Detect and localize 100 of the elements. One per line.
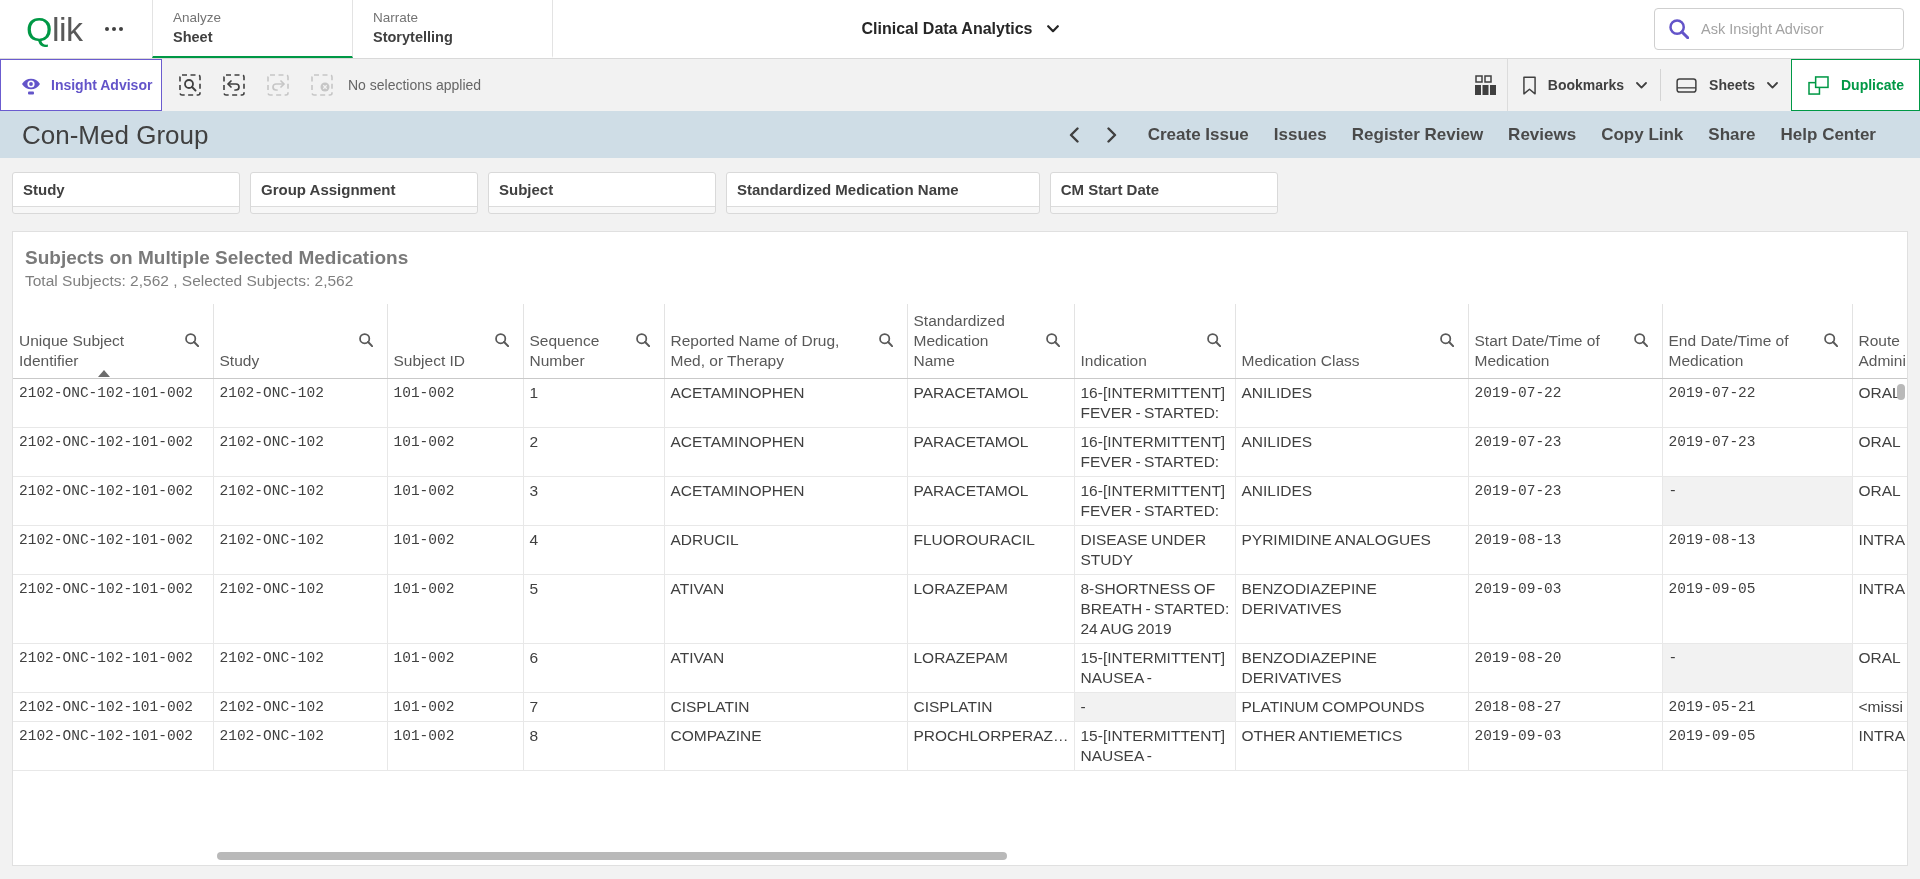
duplicate-icon <box>1808 75 1829 95</box>
table-cell: 16-[INTERMITTENT] FEVER - STARTED: <box>1074 378 1235 428</box>
app-title-dropdown[interactable]: Clinical Data Analytics <box>861 13 1059 45</box>
column-header[interactable]: Subject ID <box>387 304 523 379</box>
table-cell: 6 <box>523 643 664 693</box>
table-cell: CISPLATIN <box>664 692 907 722</box>
column-header[interactable]: End Date/Time of Medication <box>1662 304 1852 379</box>
column-header[interactable]: Sequence Number <box>523 304 664 379</box>
table-cell: ATIVAN <box>664 574 907 644</box>
table-cell: - <box>1074 692 1235 722</box>
table-cell: 2019-08-13 <box>1468 525 1662 575</box>
filter-pane[interactable]: Study <box>12 172 240 214</box>
header-link[interactable]: Help Center <box>1780 121 1876 148</box>
table-cell: 7 <box>523 692 664 722</box>
filter-pane[interactable]: Subject <box>488 172 716 214</box>
header-link[interactable]: Reviews <box>1508 121 1577 148</box>
table-cell: 2019-07-22 <box>1662 378 1852 428</box>
search-icon[interactable] <box>358 333 373 347</box>
sort-ascending-icon <box>97 370 110 377</box>
table-cell: 2018-08-27 <box>1468 692 1662 722</box>
filter-pane[interactable]: Group Assignment <box>250 172 478 214</box>
table-cell: 2 <box>523 427 664 477</box>
chart-subtitle: Total Subjects: 2,562 , Selected Subjects: 2,562 <box>25 271 355 290</box>
search-icon[interactable] <box>1439 333 1454 347</box>
column-header[interactable]: Indication <box>1074 304 1235 379</box>
header-link[interactable]: Share <box>1708 121 1756 148</box>
table-cell: 16-[INTERMITTENT] FEVER - STARTED: <box>1074 476 1235 526</box>
grid-icon <box>1474 75 1496 95</box>
table-cell: 2102-ONC-102-101-002 <box>13 476 213 526</box>
search-icon[interactable] <box>1633 333 1648 347</box>
header-link[interactable]: Create Issue <box>1147 121 1249 148</box>
table-cell: 101-002 <box>387 574 523 644</box>
search-icon[interactable] <box>1045 333 1060 347</box>
bookmarks-button[interactable]: Bookmarks <box>1507 59 1661 111</box>
table-cell: 2019-07-23 <box>1468 476 1662 526</box>
table-cell: ANILIDES <box>1235 378 1468 428</box>
column-header[interactable]: Medication Class <box>1235 304 1468 379</box>
column-header[interactable]: Standardized Medication Name <box>907 304 1074 379</box>
table-cell: 2102-ONC-102-101-002 <box>13 721 213 771</box>
table-cell: 2102-ONC-102 <box>213 525 387 575</box>
table-cell: PROCHLORPERAZ… <box>907 721 1074 771</box>
search-icon[interactable] <box>1823 333 1838 347</box>
nav-tab[interactable]: Analyze Sheet <box>152 0 353 58</box>
table-cell: ORAL <box>1852 427 1907 477</box>
filter-pane[interactable]: CM Start Date <box>1049 172 1278 214</box>
search-icon[interactable] <box>878 333 893 347</box>
table-cell: <missi <box>1852 692 1907 722</box>
table-cell: INTRA <box>1852 525 1907 575</box>
search-icon[interactable] <box>494 333 509 347</box>
table-cell: 2019-09-03 <box>1468 721 1662 771</box>
sheet-title: Con-Med Group <box>22 121 209 148</box>
table-cell: DISEASE UNDER STUDY <box>1074 525 1235 575</box>
duplicate-button[interactable]: Duplicate <box>1791 59 1920 111</box>
bookmark-icon <box>1522 75 1536 95</box>
header-link[interactable]: Issues <box>1273 121 1327 148</box>
filter-pane[interactable]: Standardized Medication Name <box>726 172 1040 214</box>
column-header[interactable]: Unique Subject Identifier <box>13 304 213 379</box>
table-cell: 15-[INTERMITTENT] NAUSEA - <box>1074 643 1235 693</box>
table-cell: 101-002 <box>387 721 523 771</box>
table-cell: 2102-ONC-102 <box>213 574 387 644</box>
table-cell: 15-[INTERMITTENT] NAUSEA - <box>1074 721 1235 771</box>
table-cell: 101-002 <box>387 427 523 477</box>
more-icon <box>104 27 123 31</box>
table-cell: ORAL <box>1852 643 1907 693</box>
search-icon[interactable] <box>1206 333 1221 347</box>
table-cell: 2019-07-23 <box>1662 427 1852 477</box>
table-cell: 2019-07-22 <box>1468 378 1662 428</box>
table-cell: ANILIDES <box>1235 427 1468 477</box>
table-cell: 2019-07-23 <box>1468 427 1662 477</box>
table-cell: 2102-ONC-102-101-002 <box>13 574 213 644</box>
header-link[interactable]: Register Review <box>1351 121 1484 148</box>
column-header[interactable]: Start Date/Time of Medication <box>1468 304 1662 379</box>
sheets-button[interactable]: Sheets <box>1661 59 1791 111</box>
table-cell: 2102-ONC-102 <box>213 476 387 526</box>
table-cell: ORAL <box>1852 476 1907 526</box>
table-cell: 2102-ONC-102 <box>213 692 387 722</box>
vertical-scrollbar[interactable] <box>1897 384 1905 400</box>
column-header[interactable]: Route Admini <box>1852 304 1907 379</box>
table-cell: COMPAZINE <box>664 721 907 771</box>
insight-advisor-button[interactable]: Insight Advisor <box>0 59 162 111</box>
chart-title: Subjects on Multiple Selected Medications <box>25 246 410 269</box>
search-icon[interactable] <box>635 333 650 347</box>
table-cell: 8-SHORTNESS OF BREATH - STARTED: 24 AUG 2019 <box>1074 574 1235 644</box>
search-field[interactable]: Ask Insight Advisor <box>1654 8 1904 50</box>
table-cell: 2019-08-20 <box>1468 643 1662 693</box>
search-icon[interactable] <box>184 333 199 347</box>
table-cell: INTRA <box>1852 574 1907 644</box>
table-cell: 2019-08-13 <box>1662 525 1852 575</box>
table-cell: PARACETAMOL <box>907 476 1074 526</box>
table-cell: 2019-09-05 <box>1662 721 1852 771</box>
table-cell: LORAZEPAM <box>907 574 1074 644</box>
column-header[interactable]: Study <box>213 304 387 379</box>
table-cell: 2019-05-21 <box>1662 692 1852 722</box>
table-cell: 101-002 <box>387 692 523 722</box>
column-header[interactable]: Reported Name of Drug, Med, or Therapy <box>664 304 907 379</box>
table-cell: 101-002 <box>387 525 523 575</box>
chevron-down-icon <box>1636 81 1648 89</box>
header-link[interactable]: Copy Link <box>1601 121 1684 148</box>
horizontal-scrollbar[interactable] <box>217 852 1007 860</box>
table-cell: 2102-ONC-102 <box>213 378 387 428</box>
